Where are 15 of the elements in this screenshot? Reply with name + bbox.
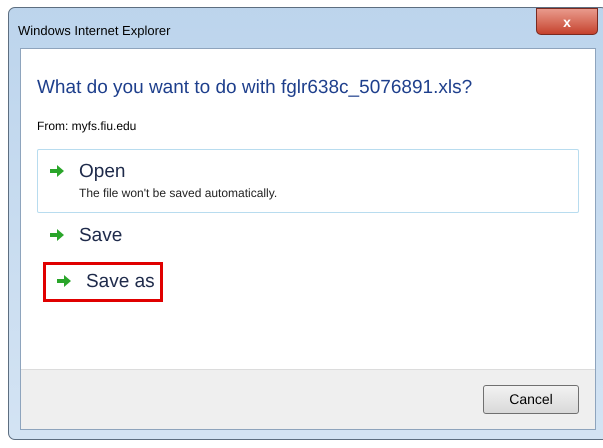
- option-button[interactable]: Save: [37, 216, 130, 254]
- arrow-icon: [56, 274, 72, 288]
- arrow-icon: [49, 228, 65, 242]
- option-label: Save as: [86, 270, 155, 294]
- option-label: Open: [79, 160, 126, 184]
- window-title: Windows Internet Explorer: [18, 22, 170, 40]
- source-text: From: myfs.fiu.edu: [37, 118, 138, 134]
- question-heading: What do you want to do with fglr638c_5076891.xls?: [37, 76, 474, 100]
- close-button[interactable]: x: [536, 8, 598, 35]
- cancel-button[interactable]: Cancel: [483, 385, 579, 414]
- arrow-icon: [49, 164, 65, 178]
- option-label: Save: [79, 224, 122, 248]
- option-description: The file won't be saved automatically.: [79, 184, 278, 202]
- option-button[interactable]: Save as: [44, 262, 162, 300]
- option-button[interactable]: Open The file won't be saved automatically.: [37, 148, 579, 212]
